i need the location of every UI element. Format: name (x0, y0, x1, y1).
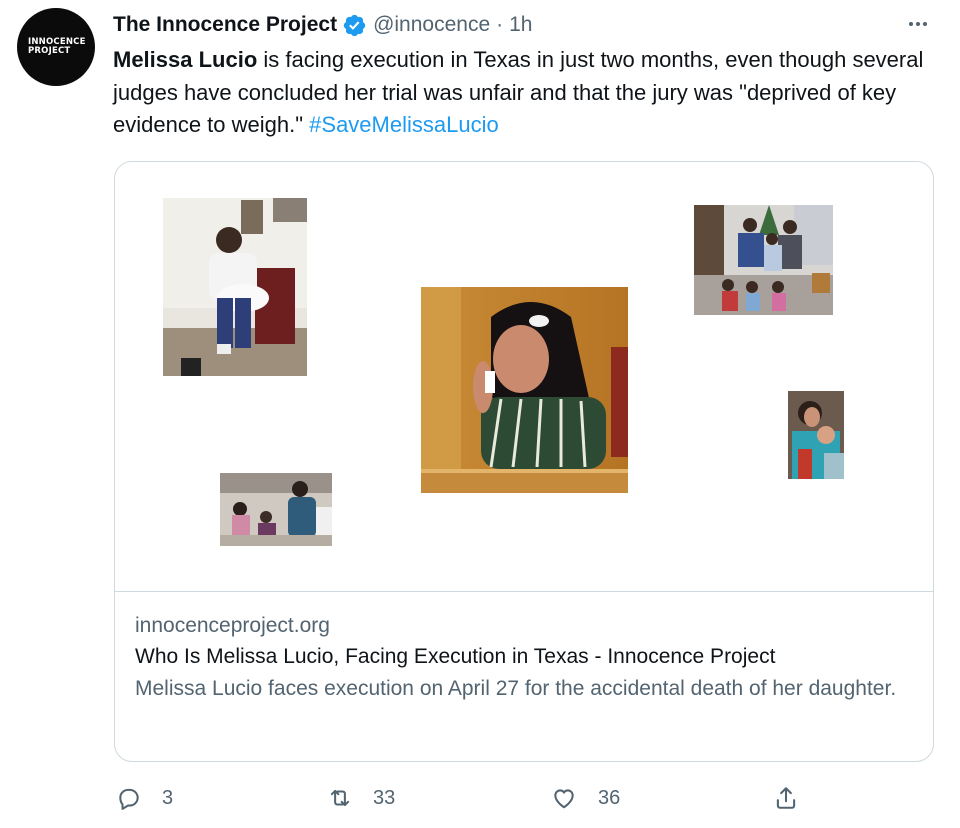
retweet-icon (327, 785, 353, 811)
display-name[interactable]: The Innocence Project (113, 13, 337, 37)
reply-button[interactable]: 3 (116, 780, 173, 816)
card-domain: innocenceproject.org (135, 614, 330, 637)
card-title: Who Is Melissa Lucio, Facing Execution i… (135, 645, 776, 668)
card-photo-children (220, 473, 332, 546)
tweet-text: Melissa Lucio is facing execution in Tex… (113, 44, 943, 142)
separator-dot: · (496, 13, 504, 36)
like-button[interactable]: 36 (551, 780, 620, 816)
card-media[interactable] (115, 162, 933, 592)
card-photo-woman-with-baby (163, 198, 307, 376)
card-photo-family-group (694, 205, 833, 315)
reply-count: 3 (162, 786, 174, 809)
timestamp[interactable]: 1h (509, 13, 532, 37)
hashtag-link[interactable]: #SaveMelissaLucio (309, 112, 499, 137)
like-count: 36 (598, 786, 621, 809)
card-photo-woman-with-child (788, 391, 844, 479)
retweet-count: 33 (373, 786, 396, 809)
card-photo-melissa-in-court (421, 287, 628, 493)
avatar-text-line2: PROJECT (28, 46, 71, 56)
handle[interactable]: @innocence (373, 13, 490, 37)
card-description: Melissa Lucio faces execution on April 2… (135, 677, 897, 700)
avatar[interactable]: INNOCENCE PROJECT (17, 8, 95, 86)
verified-badge-icon (342, 13, 367, 38)
heart-icon (551, 785, 577, 811)
retweet-button[interactable]: 33 (327, 780, 395, 816)
tweet-header: The Innocence Project @innocence · 1h (113, 10, 532, 40)
tweet-name-mention: Melissa Lucio (113, 47, 258, 72)
action-bar: 3 33 36 (0, 780, 960, 816)
more-icon[interactable] (900, 12, 936, 36)
share-button[interactable] (773, 780, 799, 816)
reply-icon (116, 785, 142, 811)
share-icon (773, 785, 799, 811)
link-card[interactable]: innocenceproject.org Who Is Melissa Luci… (114, 161, 934, 762)
card-meta: innocenceproject.org Who Is Melissa Luci… (135, 611, 915, 705)
